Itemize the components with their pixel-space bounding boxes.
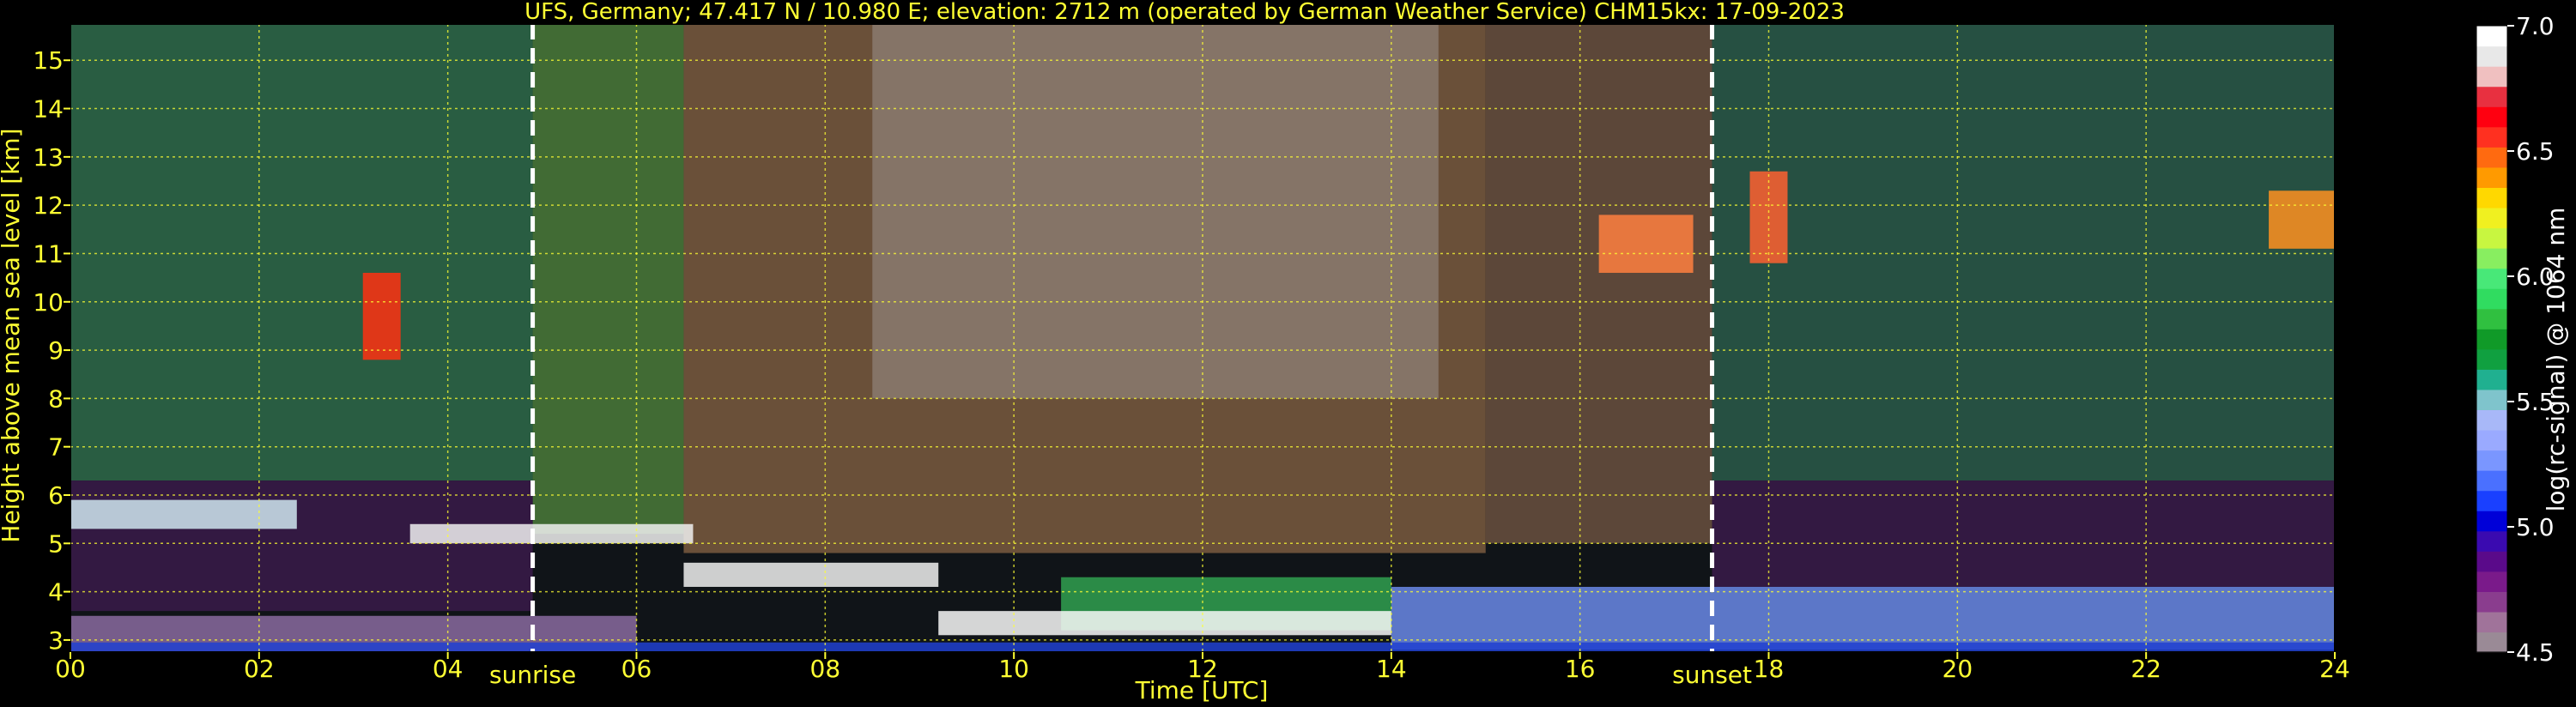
colorbar-segment — [2476, 530, 2507, 552]
colorbar-segment — [2476, 308, 2507, 329]
x-tick-label: 24 — [2319, 655, 2350, 683]
region-noise-night-late — [1712, 24, 2335, 481]
colorbar-segment — [2476, 348, 2507, 370]
colorbar-segment — [2476, 45, 2507, 67]
y-tick-label: 8 — [48, 384, 64, 413]
region-cloud-low-day — [938, 611, 1391, 636]
region-cirrus-4 — [2269, 190, 2335, 249]
x-tick-label: 04 — [433, 655, 464, 683]
colorbar-segment — [2476, 470, 2507, 492]
colorbar-segment — [2476, 511, 2507, 532]
y-axis-label: Height above mean sea level [km] — [0, 128, 25, 542]
x-tick-label: 08 — [810, 655, 841, 683]
region-mid-purple-late — [1712, 480, 2335, 587]
chart-title: UFS, Germany; 47.417 N / 10.980 E; eleva… — [524, 0, 1845, 25]
colorbar-segment — [2476, 591, 2507, 613]
region-cirrus-1 — [362, 272, 401, 360]
y-tick-label: 6 — [48, 481, 64, 510]
y-tick-label: 4 — [48, 578, 64, 607]
region-noise-dawn — [532, 24, 684, 535]
colorbar-segment — [2476, 429, 2507, 451]
x-tick-label: 00 — [55, 655, 86, 683]
colorbar — [2476, 25, 2508, 653]
y-tick-label: 9 — [48, 336, 64, 365]
y-tick-label: 14 — [33, 95, 64, 124]
x-tick-label: 16 — [1565, 655, 1596, 683]
colorbar-segment — [2476, 389, 2507, 411]
colorbar-segment — [2476, 106, 2507, 128]
region-cloud-layer-early — [70, 499, 297, 529]
sunset-label: sunset — [1672, 661, 1752, 689]
colorbar-tick-label: 6.5 — [2516, 137, 2555, 166]
colorbar-segment — [2476, 66, 2507, 88]
x-tick-label: 22 — [2131, 655, 2161, 683]
y-tick-label: 10 — [33, 288, 64, 317]
colorbar-segment — [2476, 187, 2507, 208]
colorbar-tick-label: 5.0 — [2516, 513, 2555, 541]
colorbar-label: log(rc-signal) @ 1064 nm — [2542, 208, 2570, 512]
region-cloud-low-morning — [683, 562, 939, 587]
region-noise-day-bright — [872, 24, 1439, 399]
y-tick-label: 15 — [33, 46, 64, 75]
colorbar-segment — [2476, 288, 2507, 310]
colorbar-segment — [2476, 248, 2507, 269]
colorbar-segment — [2476, 268, 2507, 289]
y-tick-label: 7 — [48, 433, 64, 462]
x-axis-label: Time [UTC] — [1135, 676, 1269, 704]
sunrise-label: sunrise — [489, 661, 576, 689]
colorbar-segment — [2476, 227, 2507, 249]
x-tick-label: 14 — [1376, 655, 1407, 683]
colorbar-segment — [2476, 571, 2507, 592]
region-cirrus-2 — [1598, 215, 1694, 273]
y-tick-label: 5 — [48, 529, 64, 558]
y-tick-label: 3 — [48, 626, 64, 655]
colorbar-segment — [2476, 26, 2507, 47]
colorbar-tick-label: 7.0 — [2516, 12, 2555, 40]
colorbar-segment — [2476, 551, 2507, 572]
colorbar-segment — [2476, 450, 2507, 471]
region-noise-afternoon — [1485, 24, 1712, 544]
y-tick-label: 11 — [33, 239, 64, 268]
y-tick-label: 12 — [33, 191, 64, 220]
colorbar-segment — [2476, 490, 2507, 511]
colorbar-segment — [2476, 329, 2507, 350]
colorbar-segment — [2476, 166, 2507, 188]
colorbar-segment — [2476, 86, 2507, 107]
colorbar-tick-label: 4.5 — [2516, 638, 2555, 667]
colorbar-segment — [2476, 631, 2507, 653]
x-tick-label: 06 — [621, 655, 652, 683]
x-tick-label: 02 — [244, 655, 275, 683]
lidar-chart: sunrise sunset 00 02 04 06 08 10 12 14 16 18 20 22 24… — [0, 0, 2576, 707]
colorbar-segment — [2476, 611, 2507, 633]
x-tick-label: 20 — [1943, 655, 1973, 683]
colorbar-segment — [2476, 207, 2507, 229]
colorbar-segment — [2476, 126, 2507, 148]
colorbar-segment — [2476, 369, 2507, 390]
x-tick-label: 18 — [1754, 655, 1785, 683]
region-noise-night-early — [70, 24, 533, 481]
colorbar-segment — [2476, 147, 2507, 168]
y-tick-label: 13 — [33, 143, 64, 172]
region-cloud-layer-morning — [409, 523, 694, 544]
x-tick-label: 10 — [998, 655, 1029, 683]
colorbar-segment — [2476, 409, 2507, 431]
